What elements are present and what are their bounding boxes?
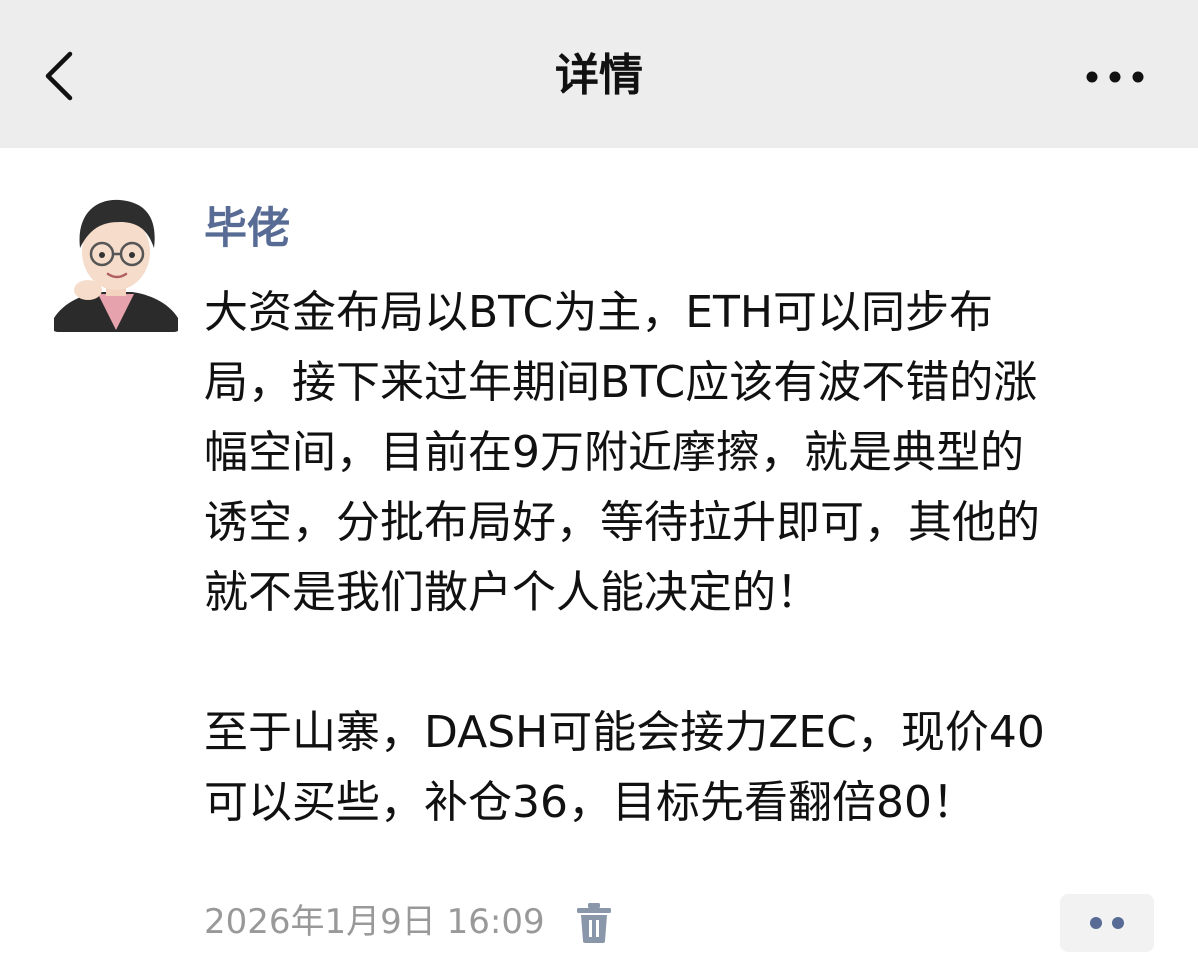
page-title: 详情 bbox=[555, 50, 643, 101]
more-horizontal-icon bbox=[1086, 71, 1144, 83]
delete-button[interactable] bbox=[574, 900, 614, 944]
author-name[interactable]: 毕佬 bbox=[204, 196, 290, 262]
post-timestamp: 2026年1月9日 16:09 bbox=[204, 902, 545, 942]
more-options-button[interactable] bbox=[1080, 62, 1150, 92]
post-paragraph-1: 大资金布局以BTC为主，ETH可以同步布 局，接下来过年期间BTC应该有波不错的… bbox=[204, 287, 1040, 618]
cartoon-avatar-icon bbox=[54, 199, 178, 332]
comment-like-button[interactable] bbox=[1060, 894, 1154, 952]
post-content: 大资金布局以BTC为主，ETH可以同步布 局，接下来过年期间BTC应该有波不错的… bbox=[204, 278, 1164, 838]
top-navigation-bar: 详情 bbox=[0, 0, 1198, 148]
author-avatar[interactable] bbox=[50, 190, 182, 332]
trash-icon bbox=[577, 903, 611, 943]
post-paragraph-2: 至于山寨，DASH可能会接力ZEC，现价40 可以买些，补仓36，目标先看翻倍8… bbox=[204, 707, 1045, 828]
two-dots-icon bbox=[1090, 917, 1124, 929]
